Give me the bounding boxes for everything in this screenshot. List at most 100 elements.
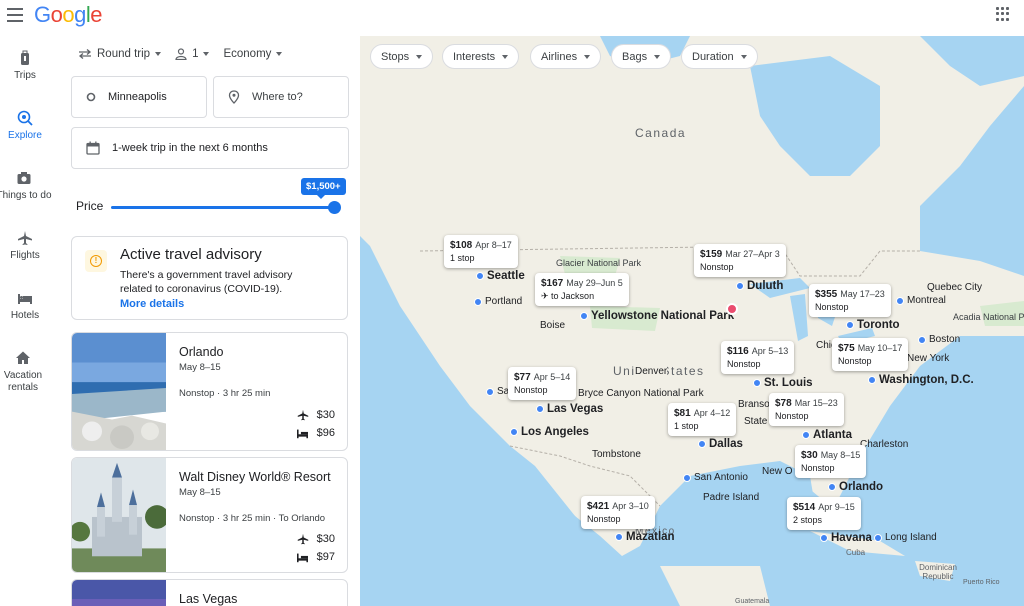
price-bubble-atlanta[interactable]: $78 Mar 15–23 Nonstop (769, 393, 844, 426)
result-name: Las Vegas (179, 592, 238, 606)
city-long-island[interactable]: Long Island (874, 532, 937, 543)
nav-vacation-rentals[interactable]: Vacation rentals (0, 350, 48, 394)
explore-map[interactable]: Stops Interests Airlines Bags Duration C… (360, 36, 1024, 606)
price-bubble-jackson[interactable]: $167 May 29–Jun 5 ✈ to Jackson (535, 273, 629, 306)
city-las-vegas[interactable]: Las Vegas (536, 403, 603, 415)
price-bubble-mazatlan[interactable]: $421 Apr 3–10 Nonstop (581, 496, 655, 529)
nav-explore[interactable]: Explore (0, 110, 50, 141)
menu-icon[interactable] (7, 8, 23, 22)
city-new-york[interactable]: New York (907, 353, 949, 364)
origin-marker (726, 303, 738, 315)
price-value-badge: $1,500+ (301, 178, 346, 199)
bubble-price: $108 (450, 240, 473, 251)
nav-hotels[interactable]: Hotels (0, 290, 50, 321)
chevron-down-icon (203, 52, 210, 56)
bubble-note: 2 stops (793, 515, 823, 525)
city-montreal[interactable]: Montreal (896, 295, 946, 306)
filter-duration[interactable]: Duration (681, 44, 758, 69)
city-denver[interactable]: Denver (635, 366, 668, 377)
plane-icon (18, 231, 32, 245)
nav-flights[interactable]: Flights (0, 230, 50, 261)
city-label: Charleston (860, 439, 909, 450)
cabin-select[interactable]: Economy (223, 48, 283, 60)
city-boston[interactable]: Boston (918, 334, 960, 345)
nav-trips[interactable]: Trips (0, 50, 50, 81)
city-duluth[interactable]: Duluth (736, 280, 783, 292)
city-bryce-canyon[interactable]: Bryce Canyon National Park (578, 388, 704, 399)
city-dot (486, 387, 494, 396)
city-glacier[interactable]: Glacier National Park (556, 258, 641, 268)
city-mazatlan[interactable]: Mazatlan (615, 531, 675, 543)
price-bubble-dallas[interactable]: $81 Apr 4–12 1 stop (668, 403, 737, 436)
city-los-angeles[interactable]: Los Angeles (510, 426, 589, 438)
city-acadia[interactable]: Acadia National Park (953, 312, 1024, 322)
city-san-antonio[interactable]: San Antonio (683, 472, 748, 483)
city-dot (510, 428, 518, 436)
city-orlando[interactable]: Orlando (828, 481, 883, 493)
city-seattle[interactable]: Seattle (476, 270, 525, 282)
price-bubble-havana[interactable]: $514 Apr 9–15 2 stops (787, 497, 861, 530)
city-havana[interactable]: Havana (820, 532, 872, 544)
nav-things-to-do[interactable]: Things to do (0, 170, 52, 201)
destination-field[interactable]: Where to? (213, 76, 349, 118)
google-logo[interactable]: Google (34, 2, 103, 28)
city-label: New O (762, 466, 793, 477)
price-bubble-orlando[interactable]: $30 May 8–15 Nonstop (795, 445, 867, 478)
city-washington[interactable]: Washington, D.C. (868, 374, 974, 386)
city-toronto[interactable]: Toronto (846, 319, 900, 331)
bubble-note: 1 stop (450, 253, 475, 263)
chevron-down-icon (740, 54, 747, 59)
city-atlanta[interactable]: Atlanta (802, 429, 852, 441)
city-state[interactable]: State (744, 416, 767, 427)
price-bubble-st-louis[interactable]: $116 Apr 5–13 Nonstop (721, 341, 795, 374)
hotel-price: $96 (316, 427, 335, 439)
apps-grid-icon[interactable] (996, 7, 1010, 21)
city-dot (918, 335, 926, 344)
price-slider-track[interactable] (111, 206, 335, 209)
city-label: Glacier National Park (556, 258, 642, 268)
more-details-link[interactable]: More details (120, 298, 184, 310)
flight-price: $30 (316, 533, 335, 545)
city-portland[interactable]: Portland (474, 296, 522, 307)
city-dallas[interactable]: Dallas (698, 438, 743, 450)
city-dot (474, 297, 482, 306)
city-boise[interactable]: Boise (540, 320, 565, 331)
chevron-down-icon (276, 52, 283, 56)
price-bubble-seattle[interactable]: $108 Apr 8–17 1 stop (444, 235, 518, 268)
result-card-orlando[interactable]: Orlando May 8–15 Nonstop · 3 hr 25 min $… (71, 332, 348, 451)
bubble-note: Nonstop (514, 385, 548, 395)
country-label-puerto-rico: Puerto Rico (963, 579, 1000, 586)
trip-type-select[interactable]: Round trip (78, 48, 162, 60)
dates-field[interactable]: 1-week trip in the next 6 months (71, 127, 349, 169)
city-yellowstone[interactable]: Yellowstone National Park (580, 310, 734, 322)
bubble-dates: Mar 27–Apr 3 (725, 249, 780, 259)
passengers-select[interactable]: 1 (175, 48, 210, 60)
city-label: Seattle (487, 270, 525, 282)
side-navigation: Trips Explore Things to do Flights Hotel… (0, 36, 60, 606)
city-st-louis[interactable]: St. Louis (753, 377, 813, 389)
price-bubble-duluth[interactable]: $159 Mar 27–Apr 3 Nonstop (694, 244, 786, 277)
result-card-disney[interactable]: Walt Disney World® Resort May 8–15 Nonst… (71, 457, 348, 573)
price-bubble-toronto[interactable]: $355 May 17–23 Nonstop (809, 284, 891, 317)
filter-bags[interactable]: Bags (611, 44, 672, 69)
filter-interests[interactable]: Interests (442, 44, 520, 69)
origin-field[interactable]: Minneapolis (71, 76, 207, 118)
filter-stops[interactable]: Stops (370, 44, 434, 69)
city-new-orleans[interactable]: New O (762, 466, 793, 477)
result-card-las-vegas[interactable]: Las Vegas (71, 579, 348, 606)
flight-price: $30 (316, 409, 335, 421)
disney-castle-photo (72, 458, 166, 572)
price-bubble-las-vegas[interactable]: $77 Apr 5–14 Nonstop (508, 367, 577, 400)
city-tombstone[interactable]: Tombstone (592, 449, 641, 460)
nav-trips-label: Trips (14, 70, 36, 81)
city-charleston[interactable]: Charleston (860, 439, 908, 450)
travel-advisory-card: ! Active travel advisory There's a gover… (71, 236, 348, 320)
explore-panel: Round trip 1 Economy Minneapolis Where t… (60, 36, 360, 606)
bed-icon (296, 553, 308, 562)
filter-airlines[interactable]: Airlines (530, 44, 602, 69)
price-slider-handle[interactable] (328, 201, 341, 214)
city-quebec[interactable]: Quebec City (927, 282, 982, 293)
price-bubble-washington[interactable]: $75 May 10–17 Nonstop (832, 338, 909, 371)
city-padre-island[interactable]: Padre Island (703, 492, 759, 503)
city-label: Denver (635, 366, 668, 377)
